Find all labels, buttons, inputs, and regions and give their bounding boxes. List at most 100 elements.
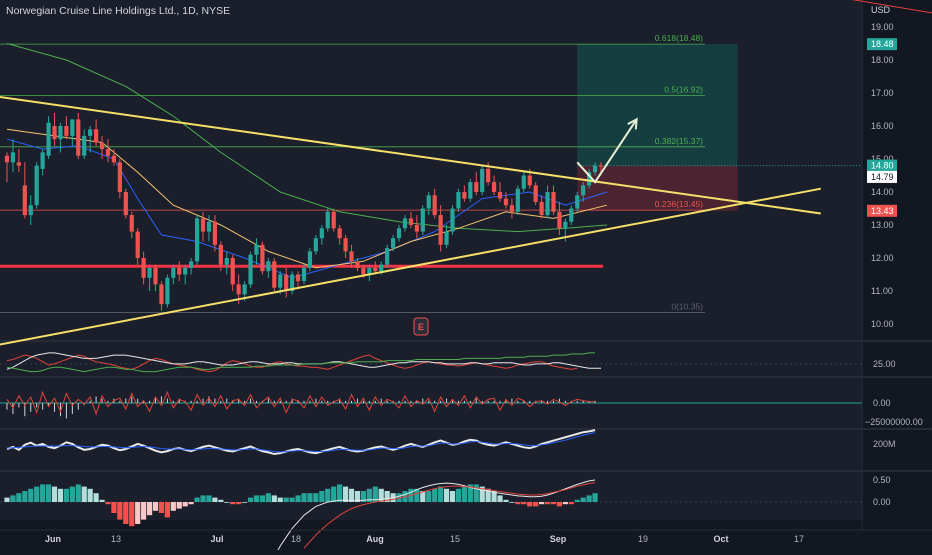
price-tick-label: 16.00: [871, 121, 894, 131]
panel-5-bar: [40, 484, 46, 502]
panel-5-bar: [473, 484, 479, 502]
candle-body: [545, 192, 550, 216]
candle-body: [284, 274, 289, 291]
panel-5-bar: [348, 488, 355, 502]
candle-body: [486, 168, 491, 183]
candle-body: [420, 208, 425, 232]
panel-5-bar: [57, 488, 64, 502]
candle-body: [319, 228, 324, 239]
fib-label: 0.382(15.37): [655, 136, 703, 146]
panel-5-bar: [426, 491, 432, 502]
candle-body: [468, 182, 473, 199]
candle-body: [569, 208, 574, 222]
price-tick-label: 17.00: [871, 88, 894, 98]
panel-5-bar: [230, 502, 236, 505]
candle-body: [159, 284, 164, 305]
panel-5-bar: [200, 495, 206, 502]
panel-5-bar: [497, 495, 503, 502]
panel-5-bar: [87, 488, 93, 502]
panel-5-bar: [75, 484, 81, 502]
price-tag-label: 14.80: [871, 161, 894, 171]
candle-body: [307, 251, 313, 268]
panel-5-bar: [521, 502, 527, 505]
panel-5-bar: [45, 484, 52, 502]
panel-5-bar: [342, 486, 349, 502]
candle-body: [58, 126, 63, 140]
time-axis-label: 15: [450, 534, 460, 544]
panel-5-bar: [81, 486, 87, 502]
candle-body: [52, 126, 57, 140]
candle-body: [391, 238, 396, 249]
time-axis-label: 17: [794, 534, 804, 544]
panel-5-bar: [283, 497, 289, 502]
panel-5-bar: [319, 491, 325, 502]
candle-body: [563, 221, 568, 229]
panel-5-bar: [176, 502, 182, 509]
panel-5-bar: [301, 493, 307, 502]
candle-body: [206, 221, 212, 232]
panel-5-bar: [69, 486, 75, 502]
panel-5-bar: [99, 499, 105, 502]
panel-4-tick: 200M: [873, 439, 896, 449]
panel-5-bar: [562, 502, 568, 505]
candle-body: [28, 205, 33, 216]
candle-body: [480, 168, 485, 192]
panel-5-bar: [289, 497, 295, 502]
panel-5-bar: [63, 488, 69, 502]
panel-5-bar: [527, 502, 533, 507]
panel-5-bar: [574, 499, 580, 502]
chart-svg[interactable]: 0.618(18.48) 0.5(16.92) 0.382(15.37) 0.236(…: [0, 0, 932, 555]
panel-5-bar: [277, 497, 283, 502]
candle-body: [592, 165, 598, 173]
panel-5-bar: [164, 502, 170, 518]
candle-body: [99, 142, 105, 150]
panel-5-bar: [461, 486, 467, 502]
fib-label: 0.5(16.92): [664, 85, 703, 95]
candle-body: [301, 267, 307, 282]
panel-5-bar: [10, 495, 16, 502]
candle-body: [373, 267, 378, 272]
panel-5-bar: [105, 502, 111, 505]
candle-body: [509, 205, 514, 212]
panel-5-bar: [129, 502, 135, 527]
time-axis-label: Sep: [550, 534, 567, 544]
candle-body: [76, 119, 81, 156]
candle-body: [88, 129, 93, 136]
panel-5-bar: [544, 502, 551, 505]
panel-5-bar: [247, 497, 254, 502]
panel-5-bar: [550, 502, 557, 505]
price-tag-label: 13.43: [871, 206, 894, 216]
panel-5-bar: [135, 502, 141, 524]
panel-5-bar: [307, 493, 313, 502]
candle-body: [355, 261, 360, 268]
panel-5-bar: [218, 499, 224, 502]
time-axis-label: Oct: [713, 534, 728, 544]
candle-body: [426, 195, 431, 209]
chart-root: 0.618(18.48) 0.5(16.92) 0.382(15.37) 0.236(…: [0, 0, 932, 555]
price-tick-label: 13.00: [871, 220, 894, 230]
candle-body: [40, 152, 45, 169]
candle-body: [385, 248, 390, 265]
panel-5-bar: [533, 502, 539, 507]
candle-body: [212, 221, 217, 245]
candle-body: [343, 238, 348, 252]
candle-body: [272, 261, 277, 288]
candle-body: [503, 198, 509, 206]
candle-body: [527, 175, 532, 186]
panel-5-bar: [259, 495, 266, 502]
time-axis-label: 19: [638, 534, 648, 544]
panel-5-bar: [432, 488, 438, 502]
panel-5-bar: [515, 502, 521, 505]
candle-body: [438, 215, 443, 245]
candle-body: [521, 175, 526, 189]
panel-3-tick: 0.00: [873, 398, 891, 408]
candle-body: [123, 192, 128, 216]
candle-body: [34, 165, 39, 206]
candle-body: [22, 185, 27, 216]
panel-5-bar: [146, 502, 153, 516]
candle-body: [581, 185, 586, 196]
candle-body: [94, 129, 99, 143]
panel-5-bar: [206, 495, 212, 502]
price-tick-label: 11.00: [871, 286, 893, 296]
panel-3-tick: −25000000.00: [865, 417, 923, 427]
